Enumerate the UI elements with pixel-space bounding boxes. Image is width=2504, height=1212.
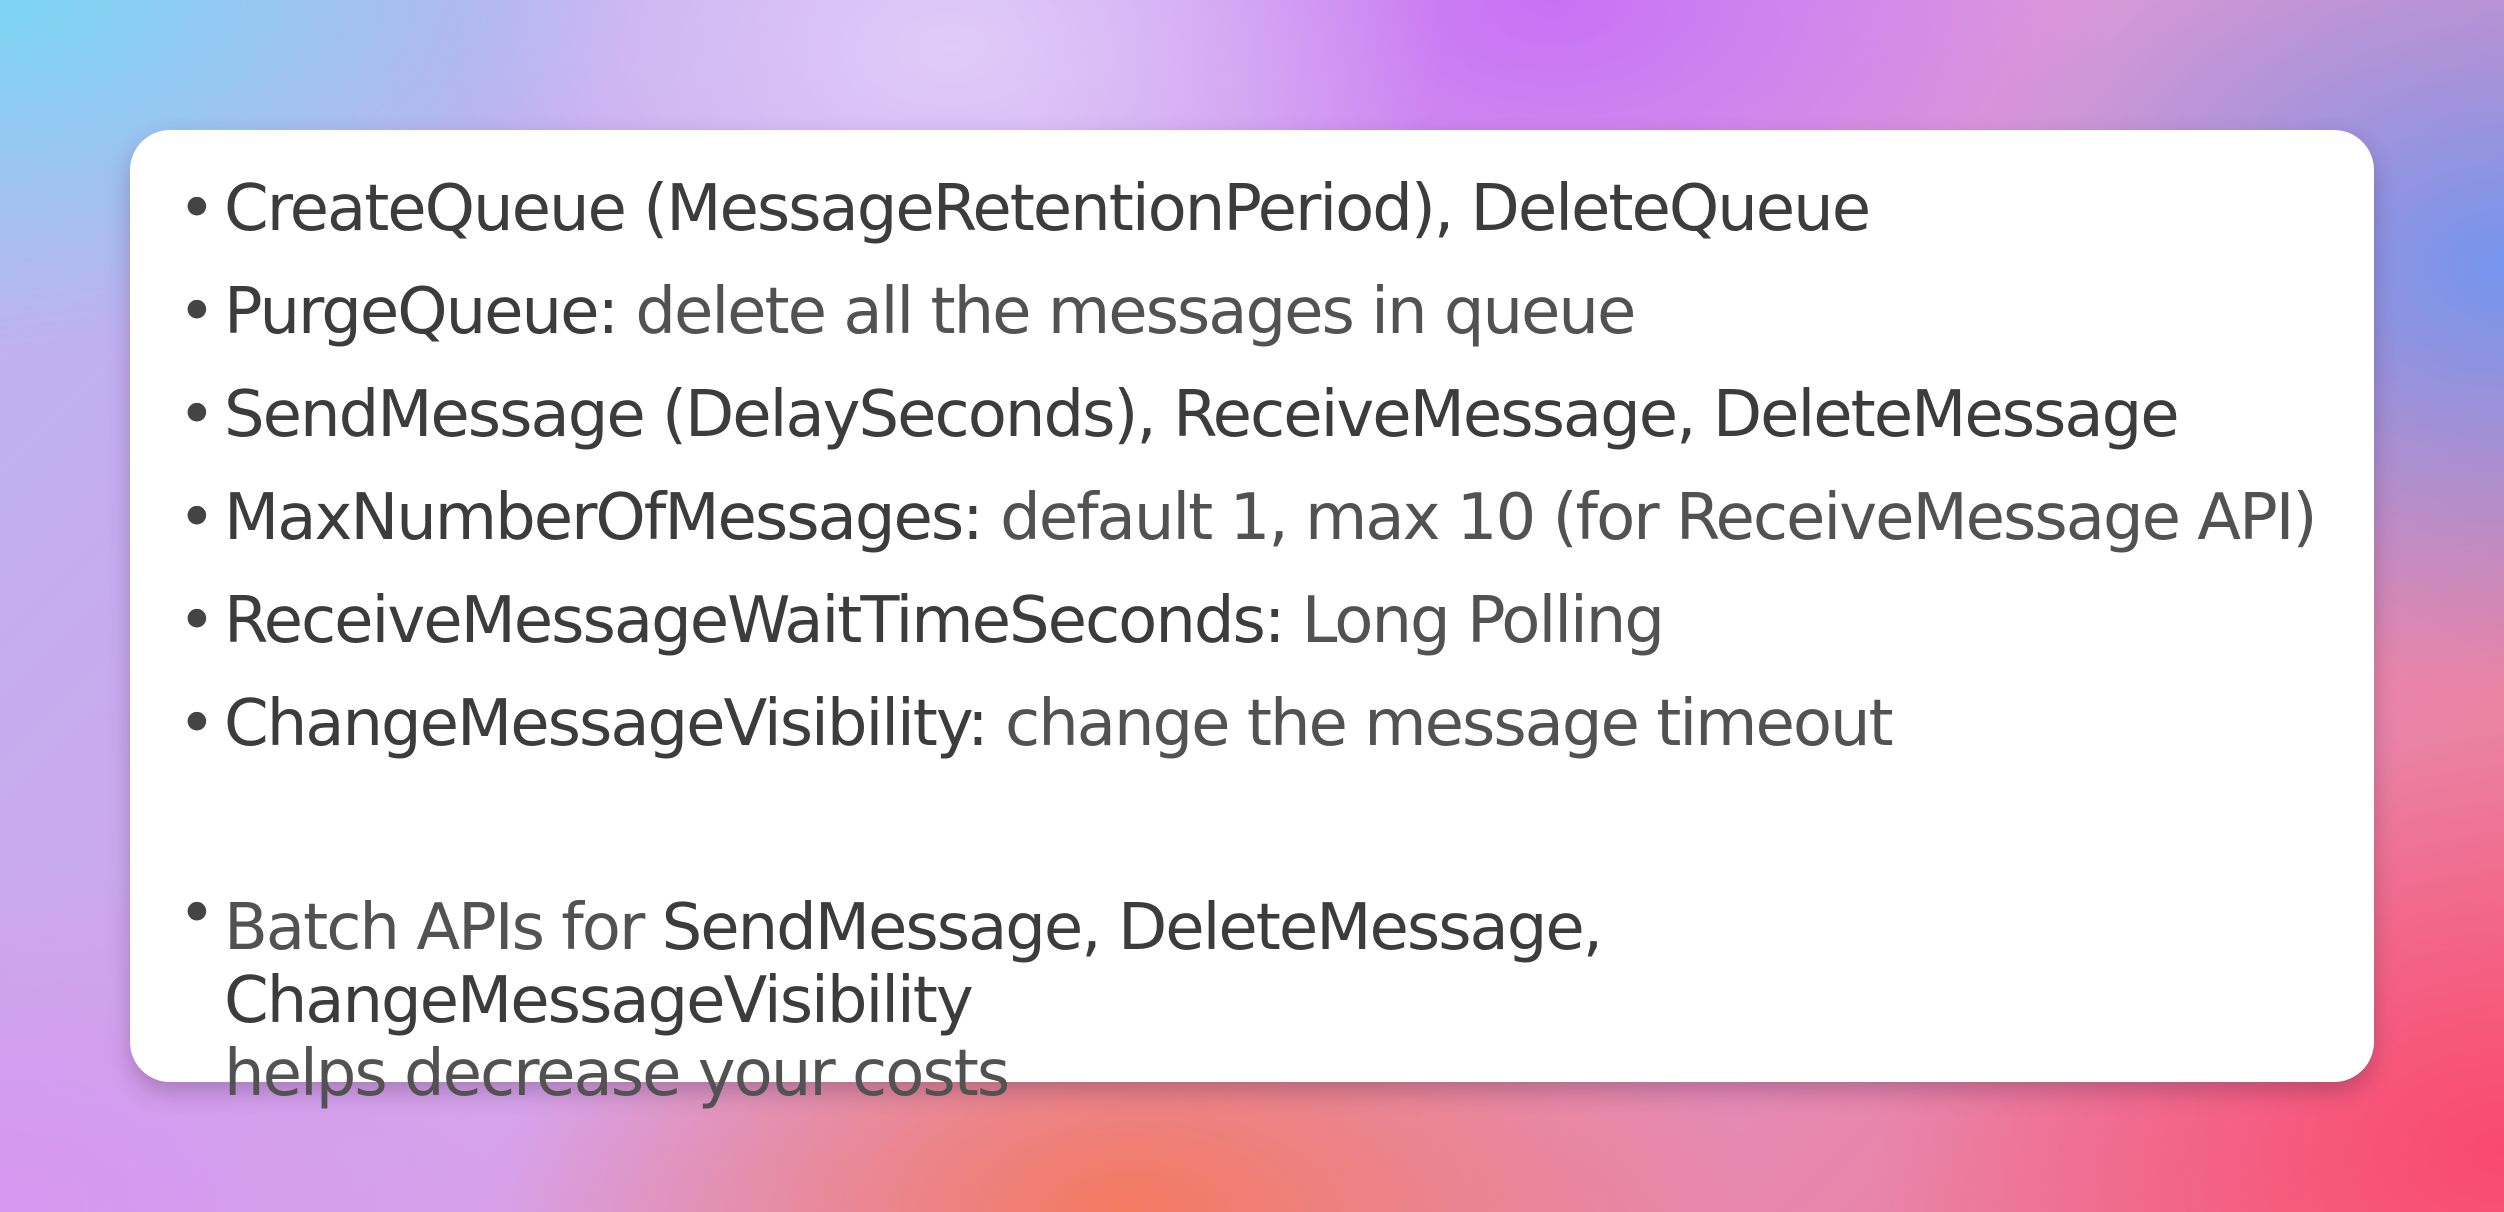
list-item: MaxNumberOfMessages: default 1, max 10 (… <box>178 467 2354 570</box>
list-item: ReceiveMessageWaitTimeSeconds: Long Poll… <box>178 570 2354 673</box>
list-item: SendMessage (DelaySeconds), ReceiveMessa… <box>178 364 2354 467</box>
api-term: SendMessage (DelaySeconds), ReceiveMessa… <box>224 378 2180 452</box>
batch-prefix: Batch APIs for <box>224 891 662 965</box>
api-description: default 1, max 10 (for ReceiveMessage AP… <box>981 481 2317 555</box>
bullet-list: CreateQueue (MessageRetentionPeriod), De… <box>178 158 2354 1111</box>
api-description: delete all the messages in queue <box>617 275 1636 349</box>
api-description: Long Polling <box>1283 584 1665 658</box>
api-term: MaxNumberOfMessages: <box>224 481 984 555</box>
api-term: CreateQueue (MessageRetentionPeriod), De… <box>224 172 1871 246</box>
api-term: ChangeMessageVisibility: <box>224 687 989 761</box>
content-card: CreateQueue (MessageRetentionPeriod), De… <box>130 130 2374 1111</box>
api-description: change the message timeout <box>986 687 1894 761</box>
list-item: PurgeQueue: delete all the messages in q… <box>178 261 2354 364</box>
list-item: ChangeMessageVisibility: change the mess… <box>178 673 2354 776</box>
batch-suffix: helps decrease your costs <box>224 1037 1010 1111</box>
api-term: PurgeQueue: <box>224 275 619 349</box>
batch-api-item: Batch APIs for SendMessage, DeleteMessag… <box>178 878 2354 1111</box>
api-term: ReceiveMessageWaitTimeSeconds: <box>224 584 1285 658</box>
list-item: CreateQueue (MessageRetentionPeriod), De… <box>178 158 2354 261</box>
list-spacer <box>178 776 2354 878</box>
